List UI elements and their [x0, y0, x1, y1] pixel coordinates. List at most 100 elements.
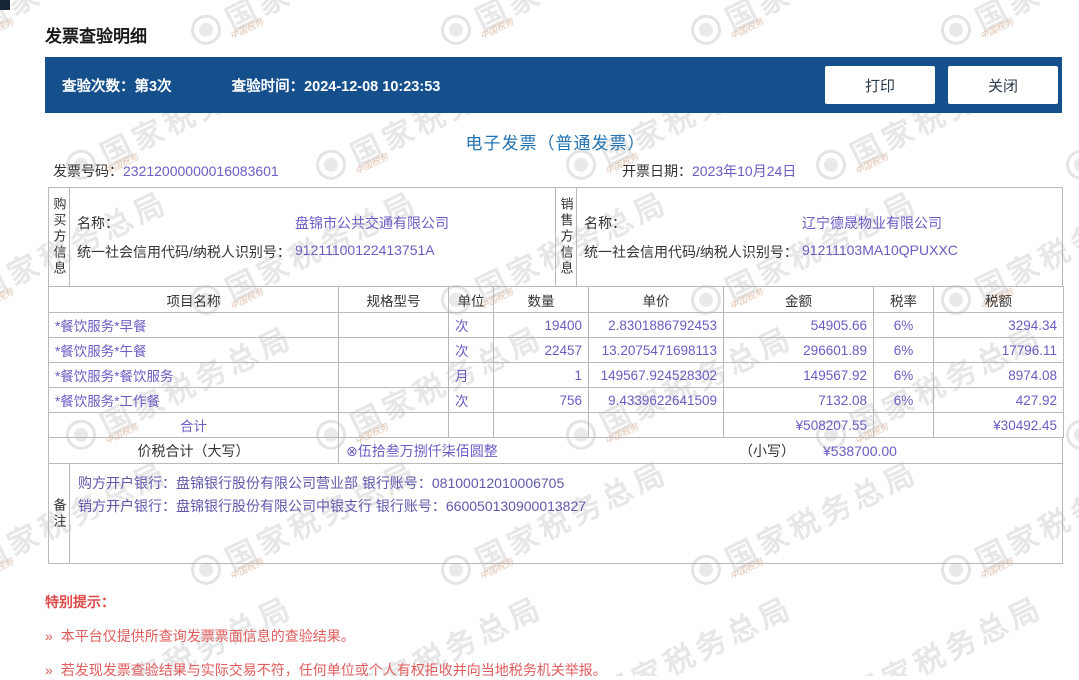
invoice-date-label: 开票日期：: [622, 163, 692, 179]
watermark-tile: 国家税务总局中国税务: [683, 0, 925, 56]
remark-content: 购方开户银行：盘锦银行股份有限公司营业部 银行账号：08100012010006…: [70, 464, 1062, 563]
item-row: *餐饮服务*午餐 次 22457 13.2075471698113 296601…: [48, 337, 1064, 363]
tax-bureau-emblem-icon: [1060, 144, 1079, 185]
total-words-label: 价税合计（大写）: [49, 438, 339, 463]
invoice-number-label: 发票号码：: [53, 163, 123, 179]
buyer-content: 名称： 盘锦市公共交通有限公司 统一社会信用代码/纳税人识别号： 9121110…: [70, 188, 555, 286]
buyer-taxid-label: 统一社会信用代码/纳税人识别号：: [77, 243, 291, 260]
seller-content: 名称： 辽宁德晟物业有限公司 统一社会信用代码/纳税人识别号： 91211103…: [577, 188, 1062, 286]
check-count-value: 第3次: [134, 78, 172, 95]
buyer-name-value: 盘锦市公共交通有限公司: [295, 214, 449, 231]
seller-name-value: 辽宁德晟物业有限公司: [802, 214, 942, 231]
cell-qty: 19400: [493, 312, 589, 338]
header-price: 单价: [588, 286, 724, 313]
invoice-type-title: 电子发票（普通发票）: [465, 134, 646, 153]
cell-unit: 月: [448, 362, 494, 388]
check-time-value: 2024-12-08 10:23:53: [304, 78, 441, 95]
watermark-text: 国家税务总局: [846, 590, 1050, 676]
cell-spec: [338, 337, 449, 363]
watermark-subtext: 中国税务: [0, 556, 16, 582]
invoice-number-value: 23212000000016083601: [123, 163, 279, 179]
grand-total-row: 价税合计（大写） ⊗伍拾叁万捌仟柒佰圆整 （小写） ¥538700.00: [48, 437, 1063, 464]
remark-side-label: 备注: [49, 464, 70, 563]
cell-rate: 6%: [873, 362, 934, 388]
special-notice: 特别提示： » 本平台仅提供所查询发票票面信息的查验结果。 » 若发现发票查验结果与…: [45, 592, 607, 680]
watermark-tile: 国家税务总局中国税务: [433, 0, 675, 56]
watermark-text: 国家税务总局: [717, 0, 925, 39]
items-total-row: 合计 ¥508207.55 ¥30492.45: [48, 412, 1064, 438]
watermark-subtext: 中国税务: [728, 16, 766, 42]
cell-amount: 54905.66: [723, 312, 874, 338]
cell-price: 13.2075471698113: [588, 337, 724, 363]
watermark-text: 国家税务总局: [596, 590, 800, 676]
close-button[interactable]: 关闭: [948, 66, 1058, 104]
header-spec: 规格型号: [338, 286, 449, 313]
watermark-tile: 国家税务总局中国税务: [1058, 583, 1079, 676]
total-qty-empty: [493, 412, 589, 438]
cell-qty: 756: [493, 387, 589, 413]
cell-unit: 次: [448, 387, 494, 413]
tax-bureau-emblem-icon: [435, 9, 477, 50]
invoice-panel: 电子发票（普通发票） 发票号码：23212000000016083601 开票日…: [48, 113, 1064, 564]
cell-rate: 6%: [873, 337, 934, 363]
seller-section: 销售方信息 名称： 辽宁德晟物业有限公司 统一社会信用代码/纳税人识别号： 91…: [556, 188, 1062, 286]
cell-unit: 次: [448, 312, 494, 338]
invoice-number: 发票号码：23212000000016083601: [53, 161, 279, 181]
party-section: 购买方信息 名称： 盘锦市公共交通有限公司 统一社会信用代码/纳税人识别号： 9…: [48, 187, 1063, 287]
watermark-tile: 国家税务总局中国税务: [933, 0, 1079, 56]
header-qty: 数量: [493, 286, 589, 313]
seller-taxid-label: 统一社会信用代码/纳税人识别号：: [584, 243, 798, 260]
buyer-section: 购买方信息 名称： 盘锦市公共交通有限公司 统一社会信用代码/纳税人识别号： 9…: [49, 188, 556, 286]
cell-name: *餐饮服务*午餐: [48, 337, 339, 363]
cell-price: 149567.924528302: [588, 362, 724, 388]
tax-bureau-emblem-icon: [185, 9, 227, 50]
total-amount: ¥508207.55: [723, 412, 874, 438]
buyer-side-label: 购买方信息: [49, 188, 70, 286]
item-row: *餐饮服务*早餐 次 19400 2.8301886792453 54905.6…: [48, 312, 1064, 338]
total-price-empty: [588, 412, 724, 438]
watermark-text: 国家税务总局: [967, 0, 1079, 39]
total-label: 合计: [48, 412, 339, 438]
cell-name: *餐饮服务*工作餐: [48, 387, 339, 413]
seller-taxid-row: 统一社会信用代码/纳税人识别号： 91211103MA10QPUXXC: [584, 242, 1062, 262]
notice-title: 特别提示：: [45, 594, 115, 610]
item-row: *餐饮服务*餐饮服务 月 1 149567.924528302 149567.9…: [48, 362, 1064, 388]
buyer-name-label: 名称：: [77, 214, 119, 231]
cell-price: 9.4339622641509: [588, 387, 724, 413]
buyer-name-row: 名称： 盘锦市公共交通有限公司: [77, 213, 555, 233]
total-figures-value: ¥538700.00: [823, 442, 897, 459]
cell-tax: 8974.08: [933, 362, 1064, 388]
cell-amount: 7132.08: [723, 387, 874, 413]
check-count-label: 查验次数：: [62, 78, 135, 95]
cell-price: 2.8301886792453: [588, 312, 724, 338]
cell-name: *餐饮服务*早餐: [48, 312, 339, 338]
notice-bullet: »: [45, 628, 53, 644]
invoice-date: 开票日期：2023年10月24日: [622, 161, 796, 181]
cell-rate: 6%: [873, 312, 934, 338]
cell-rate: 6%: [873, 387, 934, 413]
cell-unit: 次: [448, 337, 494, 363]
total-spec-empty: [338, 412, 449, 438]
cell-qty: 22457: [493, 337, 589, 363]
cell-qty: 1: [493, 362, 589, 388]
remark-line: 购方开户银行：盘锦银行股份有限公司营业部 银行账号：08100012010006…: [78, 475, 565, 491]
notice-text: 本平台仅提供所查询发票票面信息的查验结果。: [60, 628, 355, 644]
cell-amount: 296601.89: [723, 337, 874, 363]
header-amount: 金额: [723, 286, 874, 313]
toolbar: 查验次数：第3次 查验时间：2024-12-08 10:23:53 打印 关闭: [45, 57, 1062, 113]
cell-spec: [338, 312, 449, 338]
remark-section: 备注 购方开户银行：盘锦银行股份有限公司营业部 银行账号：08100012010…: [48, 463, 1063, 564]
check-count: 查验次数：第3次: [62, 75, 172, 96]
print-button[interactable]: 打印: [825, 66, 935, 104]
check-time: 查验时间：2024-12-08 10:23:53: [232, 75, 441, 96]
corner-artifact: [0, 0, 10, 10]
watermark-subtext: 中国税务: [228, 16, 266, 42]
header-unit: 单位: [448, 286, 494, 313]
watermark-subtext: 中国税务: [478, 16, 516, 42]
watermark-subtext: 中国税务: [978, 16, 1016, 42]
seller-side-label: 销售方信息: [556, 188, 577, 286]
watermark-text: 国家税务总局: [217, 0, 425, 39]
watermark-tile: 国家税务总局中国税务: [183, 0, 425, 56]
page-title: 发票查验明细: [45, 27, 147, 46]
watermark-subtext: 中国税务: [0, 286, 16, 312]
